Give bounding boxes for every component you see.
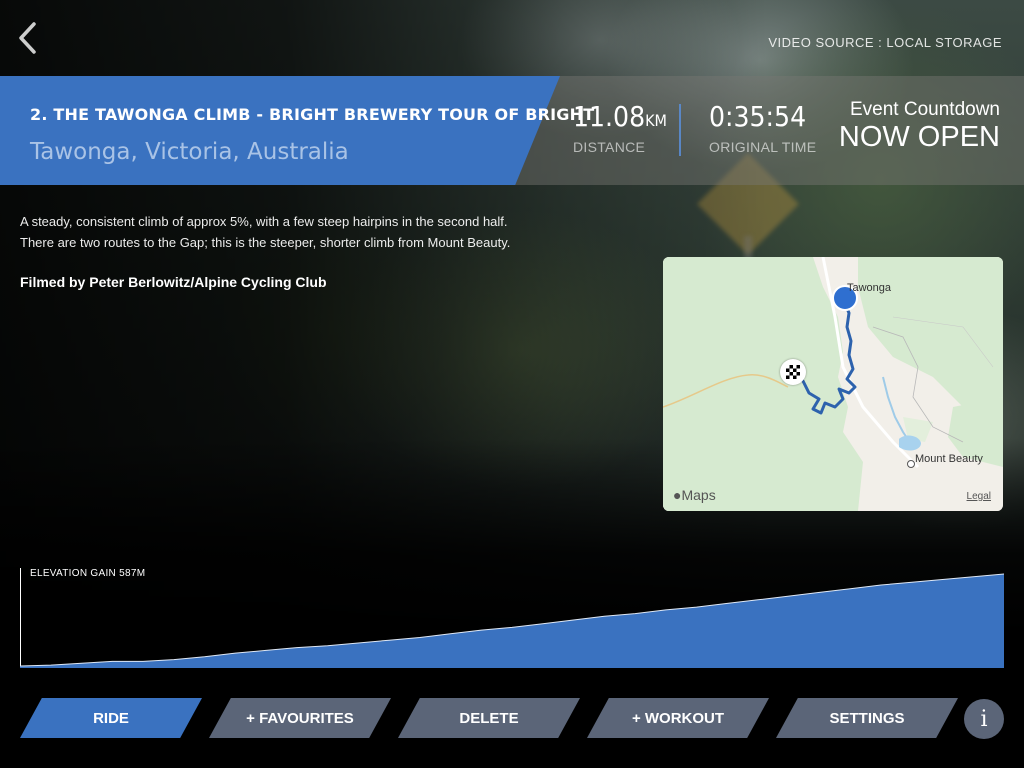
countdown-label: Event Countdown: [850, 99, 1000, 120]
delete-button[interactable]: DELETE: [398, 698, 580, 738]
route-credit: Filmed by Peter Berlowitz/Alpine Cycling…: [20, 274, 327, 290]
info-button[interactable]: i: [964, 699, 1004, 739]
route-title: 2. THE TAWONGA CLIMB - BRIGHT BREWERY TO…: [30, 105, 595, 124]
stat-divider: [679, 104, 681, 156]
settings-button[interactable]: SETTINGS: [776, 698, 958, 738]
chevron-left-icon: [19, 22, 36, 54]
town-marker-icon: [907, 460, 915, 468]
map-place-mount-beauty: Mount Beauty: [915, 453, 983, 465]
info-icon: i: [980, 706, 988, 732]
distance-unit: KM: [645, 111, 667, 130]
route-map[interactable]: Tawonga Mount Beauty ●Maps Legal: [663, 257, 1003, 511]
ride-button-label: RIDE: [93, 709, 129, 727]
distance-value: 11.08: [573, 100, 646, 133]
ride-button[interactable]: RIDE: [20, 698, 202, 738]
event-countdown: Event Countdown NOW OPEN: [839, 99, 1000, 154]
back-button[interactable]: [14, 20, 42, 56]
countdown-status: NOW OPEN: [838, 121, 1000, 153]
favourites-button-label: + FAVOURITES: [246, 709, 354, 727]
video-source-label: VIDEO SOURCE : LOCAL STORAGE: [768, 35, 1002, 50]
maps-logo: ●Maps: [673, 487, 716, 503]
original-time-value: 0:35:54: [709, 100, 807, 133]
settings-button-label: SETTINGS: [829, 709, 905, 727]
distance-value-row: 11.08KM: [573, 100, 667, 133]
distance-label: DISTANCE: [573, 139, 646, 155]
route-location: Tawonga, Victoria, Australia: [30, 139, 349, 165]
distance-stat: 11.08KM DISTANCE: [573, 100, 667, 155]
workout-button[interactable]: + WORKOUT: [587, 698, 769, 738]
favourites-button[interactable]: + FAVOURITES: [209, 698, 391, 738]
route-description: A steady, consistent climb of approx 5%,…: [20, 214, 511, 250]
maps-logo-text: Maps: [681, 487, 716, 503]
delete-button-label: DELETE: [459, 709, 519, 727]
workout-button-label: + WORKOUT: [631, 709, 725, 727]
original-time-label: ORIGINAL TIME: [709, 139, 817, 155]
map-place-tawonga: Tawonga: [847, 282, 892, 294]
title-panel: [0, 76, 560, 185]
elevation-profile-chart: [20, 568, 1004, 668]
original-time-stat: 0:35:54 ORIGINAL TIME: [709, 100, 816, 155]
checkered-flag-icon: [780, 359, 806, 385]
map-legal-link[interactable]: Legal: [967, 491, 991, 502]
